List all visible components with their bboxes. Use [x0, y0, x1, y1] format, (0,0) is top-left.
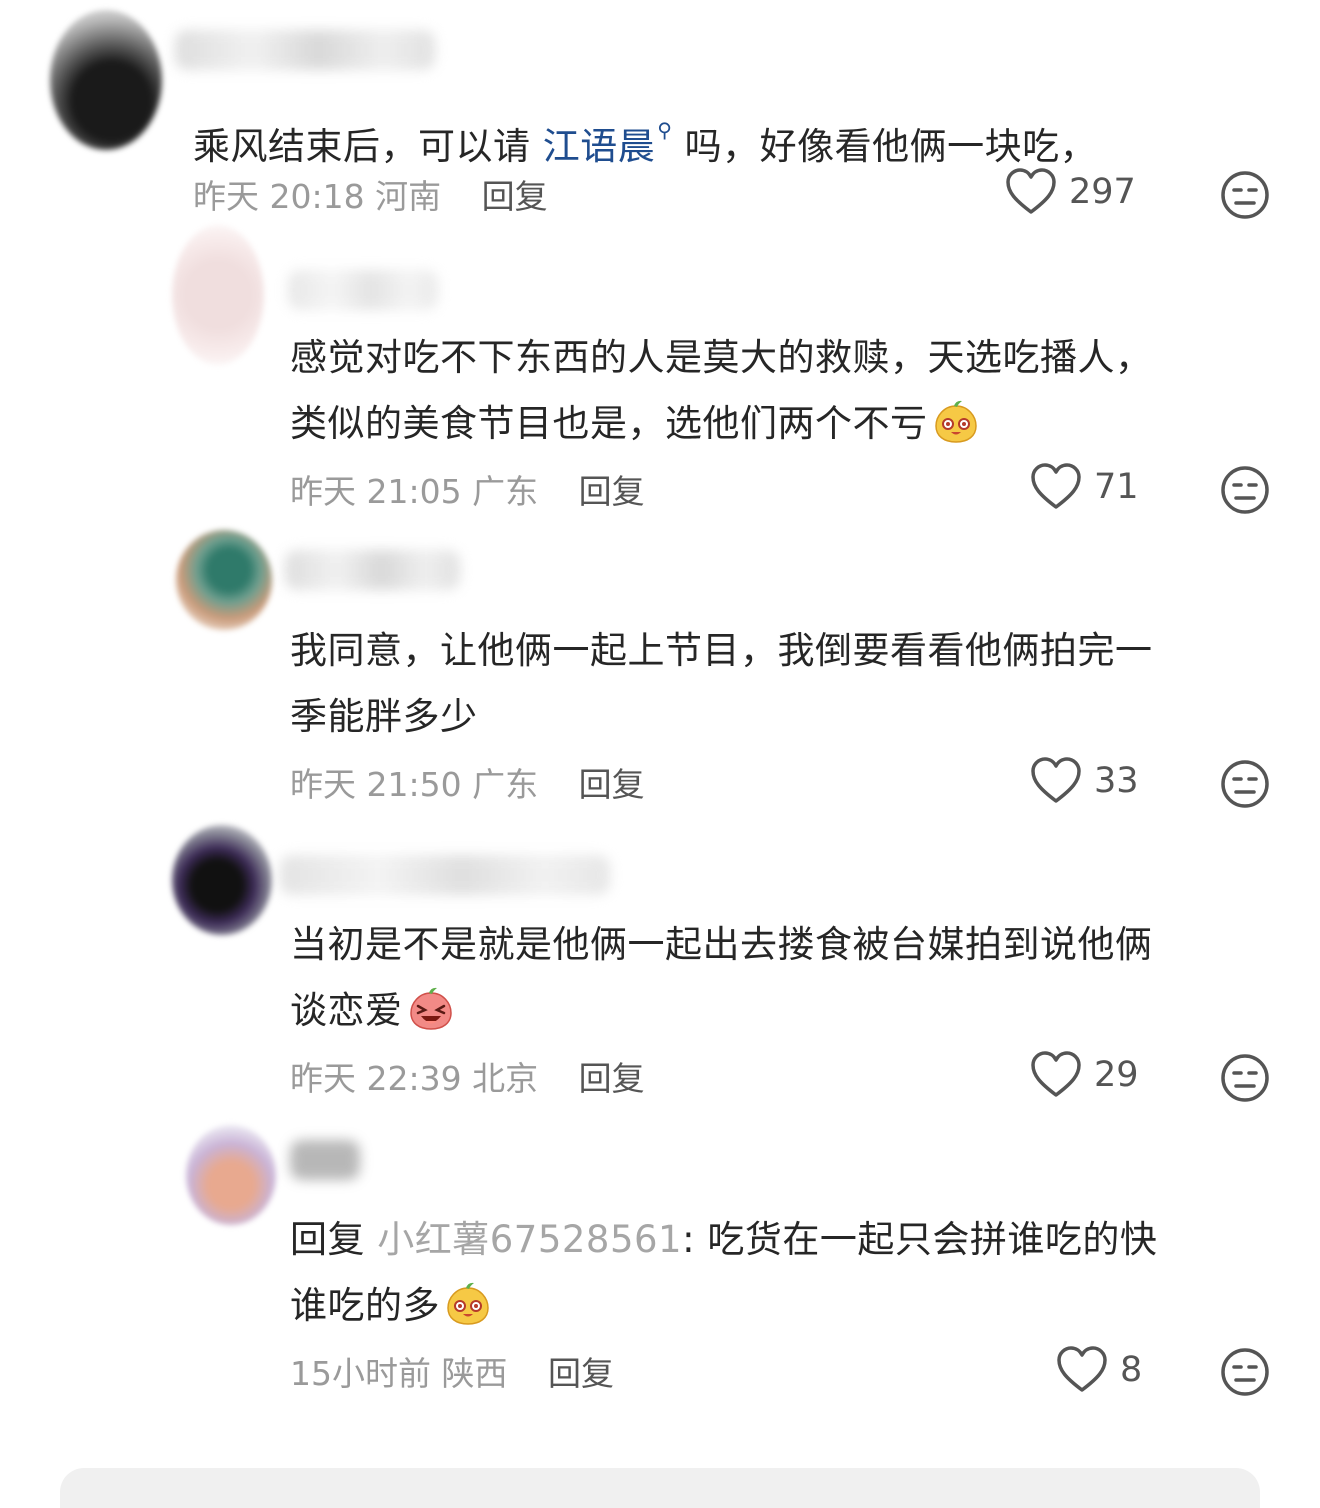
like-count: 33 — [1094, 761, 1139, 801]
avatar[interactable] — [186, 1125, 276, 1225]
like-button[interactable]: 29 — [1030, 1051, 1139, 1099]
comment-meta: 昨天 22:39 北京 回复 — [290, 1052, 645, 1100]
comment-meta: 昨天 20:18 河南 回复 — [193, 170, 548, 218]
heart-icon — [1031, 463, 1081, 509]
comment-meta: 昨天 21:05 广东 回复 — [290, 465, 645, 513]
heart-icon — [1031, 1051, 1081, 1097]
like-count: 29 — [1094, 1055, 1139, 1095]
comment-text: 当初是不是就是他俩一起出去搂食被台媒拍到说他俩 谈恋爱 — [290, 912, 1290, 1044]
like-count: 8 — [1120, 1350, 1143, 1390]
dislike-icon[interactable] — [1220, 170, 1270, 220]
comment-location: 陕西 — [441, 1354, 508, 1393]
comment-line-1: 感觉对吃不下东西的人是莫大的救赎，天选吃播人， — [290, 336, 1153, 379]
comment-line-1: 当初是不是就是他俩一起出去搂食被台媒拍到说他俩 — [290, 923, 1153, 966]
like-button[interactable]: 297 — [1005, 168, 1136, 216]
comment-text: 感觉对吃不下东西的人是莫大的救赎，天选吃播人， 类似的美食节目也是，选他们两个不… — [290, 325, 1290, 457]
mention-name[interactable]: 江语晨 — [543, 125, 656, 168]
reply-button[interactable]: 回复 — [548, 1354, 614, 1393]
reply-to-user[interactable]: 小红薯67528561 — [377, 1218, 682, 1261]
dislike-icon[interactable] — [1220, 465, 1270, 515]
avatar[interactable] — [172, 825, 272, 935]
avatar[interactable] — [176, 530, 272, 630]
comment-location: 河南 — [375, 177, 442, 216]
comment-line-1: 回复 小红薯67528561: 吃货在一起只会拼谁吃的快 — [290, 1207, 1290, 1273]
mention-link[interactable]: 江语晨 ⚲ — [543, 118, 673, 168]
smile-sticker-icon — [934, 400, 977, 443]
comment-text: 回复 小红薯67528561: 吃货在一起只会拼谁吃的快 谁吃的多 — [290, 1207, 1290, 1339]
heart-icon — [1006, 168, 1056, 214]
comment-meta: 15小时前 陕西 回复 — [290, 1347, 614, 1395]
comment-time: 昨天 22:39 — [290, 1059, 462, 1098]
comment-location: 北京 — [472, 1059, 539, 1098]
username-blurred[interactable] — [290, 1140, 360, 1180]
comment-meta: 昨天 21:50 广东 回复 — [290, 758, 645, 806]
comment-line-2: 类似的美食节目也是，选他们两个不亏 — [290, 391, 1290, 457]
dislike-icon[interactable] — [1220, 759, 1270, 809]
reply-button[interactable]: 回复 — [482, 177, 548, 216]
comment-time: 15小时前 — [290, 1354, 431, 1393]
comment-line-2-text: 谁吃的多 — [290, 1284, 440, 1327]
like-count: 297 — [1069, 172, 1136, 212]
reply-prefix: 回复 — [290, 1218, 378, 1261]
laugh-sticker-icon — [409, 987, 452, 1030]
dislike-icon[interactable] — [1220, 1347, 1270, 1397]
comment-line-2: 谁吃的多 — [290, 1273, 1290, 1339]
comment-line-2-text: 谈恋爱 — [290, 989, 403, 1032]
comment-line-2: 谈恋爱 — [290, 978, 1290, 1044]
comment-text-after: 吗，好像看他俩一块吃， — [672, 125, 1098, 168]
avatar[interactable] — [172, 225, 264, 365]
reply-button[interactable]: 回复 — [579, 472, 645, 511]
comment-text: 我同意，让他俩一起上节目，我倒要看看他俩拍完一 季能胖多少 — [290, 618, 1290, 750]
comment-location: 广东 — [472, 472, 539, 511]
like-count: 71 — [1094, 467, 1139, 507]
avatar[interactable] — [50, 10, 162, 150]
comment-location: 广东 — [472, 765, 539, 804]
reply-button[interactable]: 回复 — [579, 765, 645, 804]
search-icon: ⚲ — [657, 118, 673, 142]
dislike-icon[interactable] — [1220, 1053, 1270, 1103]
like-button[interactable]: 71 — [1030, 463, 1139, 511]
comment-line-1: 我同意，让他俩一起上节目，我倒要看看他俩拍完一 — [290, 629, 1153, 672]
comment-time: 昨天 20:18 — [193, 177, 365, 216]
comment-line-2: 季能胖多少 — [290, 695, 478, 738]
like-button[interactable]: 8 — [1056, 1346, 1142, 1394]
comment-text-before: 乘风结束后，可以请 — [193, 125, 543, 168]
username-blurred[interactable] — [175, 30, 435, 70]
bottom-input-bar[interactable] — [60, 1468, 1260, 1508]
comment-line-2-text: 类似的美食节目也是，选他们两个不亏 — [290, 402, 928, 445]
heart-icon — [1031, 757, 1081, 803]
comment-time: 昨天 21:05 — [290, 472, 462, 511]
username-blurred[interactable] — [288, 270, 438, 310]
smile-sticker-icon — [447, 1282, 489, 1325]
comment-time: 昨天 21:50 — [290, 765, 462, 804]
username-blurred[interactable] — [280, 855, 610, 895]
comment-line-1-text: : 吃货在一起只会拼谁吃的快 — [682, 1218, 1158, 1261]
username-blurred[interactable] — [285, 550, 460, 590]
like-button[interactable]: 33 — [1030, 757, 1139, 805]
reply-button[interactable]: 回复 — [579, 1059, 645, 1098]
heart-icon — [1057, 1346, 1107, 1392]
